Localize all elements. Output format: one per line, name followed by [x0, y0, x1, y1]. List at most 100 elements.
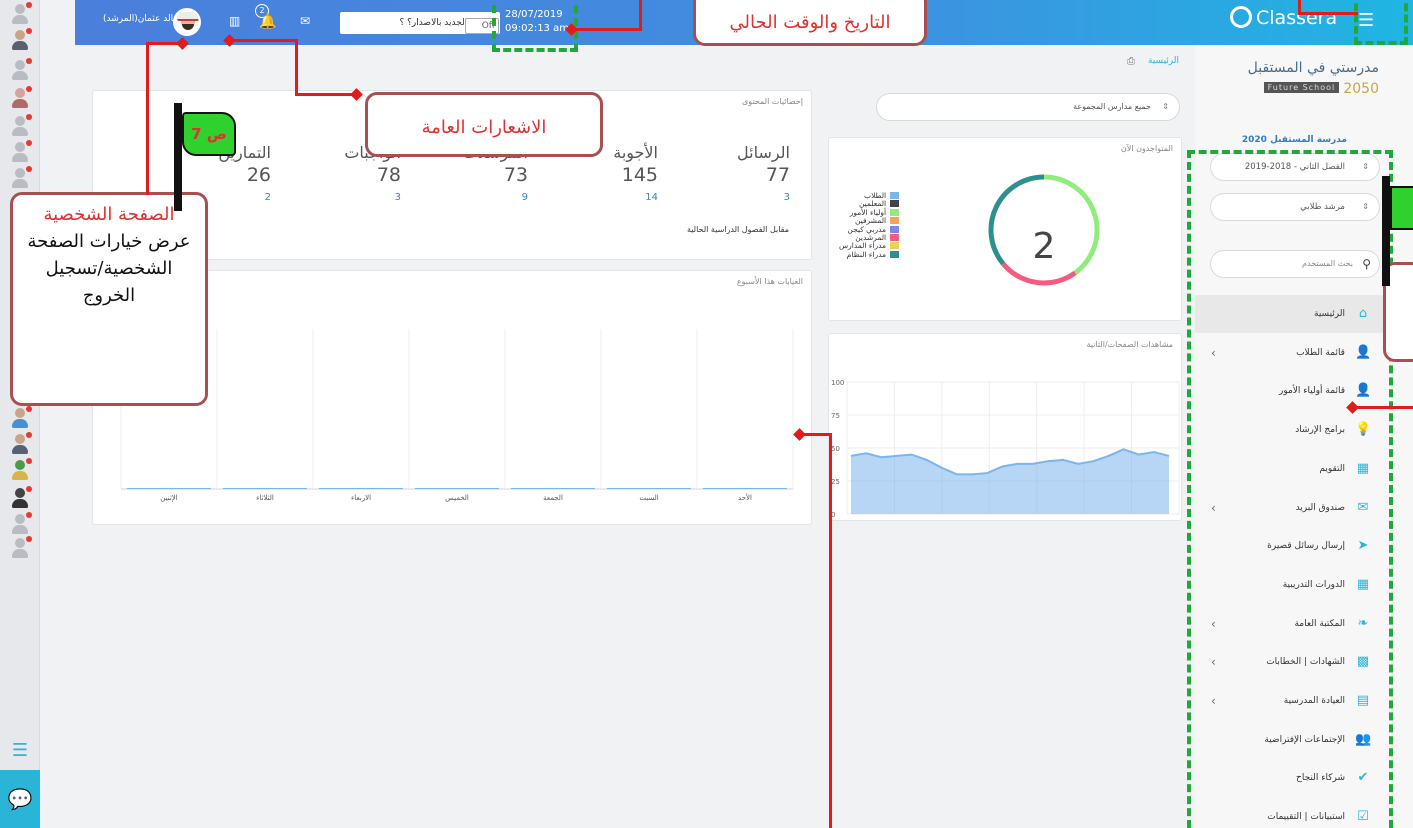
annotation-notifications: الاشعارات العامة: [365, 92, 603, 157]
legend-swatch: [890, 225, 900, 233]
annotation-highlight: [1187, 150, 1393, 828]
page-flag: ص 7: [182, 112, 236, 156]
school-filter-value: جميع مدارس المجموعة: [1073, 102, 1151, 111]
absence-bar: [127, 488, 211, 489]
x-tick-label: السبت: [639, 494, 658, 502]
building-icon[interactable]: ▥: [229, 14, 240, 28]
stat-sub[interactable]: 3: [281, 192, 401, 203]
school-title[interactable]: مدرسة المستقبل 2020: [1242, 135, 1347, 145]
absence-bar: [319, 488, 403, 489]
legend-item: المعلمين: [839, 199, 900, 208]
legend-swatch: [890, 242, 900, 250]
school-tag: Future School: [1263, 82, 1340, 93]
stat-sub[interactable]: 14: [538, 192, 658, 203]
y-tick-label: 75: [831, 412, 840, 420]
school-name: مدرستي في المستقبل: [1247, 60, 1379, 76]
flag-pole: [1382, 176, 1390, 286]
absence-bar: [607, 488, 691, 489]
pointer-line: [295, 39, 298, 95]
online-now-card: المتواجدون الآن الطلاب المعلمين أولياء الأ…: [828, 137, 1182, 321]
legend-label: مدراء النظام: [846, 249, 887, 259]
y-tick-label: 50: [831, 445, 840, 453]
annotation-datetime: التاريخ والوقت الحالي: [693, 0, 927, 46]
legend-swatch: [890, 192, 900, 199]
stat-sub[interactable]: 9: [408, 192, 528, 203]
school-filter-select[interactable]: ⇕ جميع مدارس المجموعة: [876, 93, 1180, 121]
absence-bar: [703, 488, 787, 489]
logo-icon: [1230, 6, 1252, 28]
school-logo-text: Future School 2050: [1263, 81, 1379, 97]
x-tick-label: الإثنين: [160, 494, 177, 502]
annotation-profile-body: عرض خيارات الصفحة الشخصية/تسجيل الخروج: [27, 231, 191, 306]
legend-item: مدراء المدارس: [839, 241, 900, 250]
x-tick-label: الخميس: [445, 494, 469, 502]
stat-value: 78: [376, 164, 401, 186]
legend-swatch: [890, 208, 900, 216]
legend-swatch: [890, 200, 900, 208]
chat-contact-avatar[interactable]: [9, 536, 32, 558]
pointer-line: [146, 42, 149, 195]
legend-swatch: [890, 233, 900, 241]
x-tick-label: الثلاثاء: [256, 494, 274, 502]
chat-contact-avatar[interactable]: [9, 512, 32, 534]
user-avatar[interactable]: [173, 8, 201, 36]
legend-swatch: [890, 250, 900, 258]
absence-bar: [415, 488, 499, 489]
absence-bar: [511, 488, 595, 489]
annotation-profile: الصفحة الشخصية عرض خيارات الصفحة الشخصية…: [10, 192, 208, 406]
page-views-chart: 0255075100: [831, 379, 1180, 519]
y-tick-label: 100: [831, 379, 844, 387]
pointer-line: [229, 39, 297, 42]
legend-item: مدربي كيجن: [839, 225, 900, 234]
chat-contact-avatar[interactable]: [9, 140, 32, 162]
chat-contact-avatar[interactable]: [9, 2, 32, 24]
legend-swatch: [890, 217, 900, 225]
pointer-line: [572, 28, 642, 31]
y-tick-label: 25: [831, 478, 840, 486]
card-title: المتواجدون الآن: [1120, 144, 1173, 153]
user-name[interactable]: خالد عثمان(المرشد): [103, 14, 179, 24]
legend-item: أولياء الأمور: [839, 208, 900, 217]
breadcrumb-home[interactable]: الرئيسية: [1148, 56, 1179, 66]
bell-icon[interactable]: 🔔: [259, 14, 276, 30]
x-tick-label: الأحد: [738, 493, 752, 502]
stat-label: الرسائل: [737, 143, 790, 162]
area-fill: [851, 449, 1169, 514]
chat-contact-avatar[interactable]: [9, 114, 32, 136]
legend-item: المرشدين: [839, 233, 900, 242]
chat-contact-avatar[interactable]: [9, 432, 32, 454]
legend-item: الطلاب: [839, 191, 900, 200]
stat-value: 145: [621, 164, 658, 186]
chat-contact-avatar[interactable]: [9, 406, 32, 428]
card-title: إحصائيات المحتوى: [742, 97, 803, 106]
online-legend: الطلاب المعلمين أولياء الأمور المشرفين مدربي…: [839, 191, 900, 259]
online-count: 2: [1032, 226, 1056, 267]
page-views-card: مشاهدات الصفحات/الثانية 0 25 50 75 100: [828, 333, 1182, 521]
annotation-profile-title: الصفحة الشخصية: [43, 204, 175, 225]
annotation-highlight: [492, 0, 578, 52]
chat-contact-avatar[interactable]: [9, 86, 32, 108]
legend-item: المشرفين: [839, 216, 900, 225]
chat-contact-avatar[interactable]: [9, 28, 32, 50]
stat-messages: الرسائل 77 3: [670, 143, 790, 203]
stat-value: 26: [246, 164, 271, 186]
brand-name: Classera: [1256, 7, 1338, 29]
chat-contact-avatar[interactable]: [9, 486, 32, 508]
select-arrow-icon: ⇕: [1162, 102, 1169, 111]
pointer-line: [829, 433, 832, 828]
chat-contact-avatar[interactable]: [9, 166, 32, 188]
chat-icon[interactable]: 💬: [0, 770, 40, 828]
x-tick-label: الجمعة: [543, 494, 563, 502]
stat-sub[interactable]: 3: [670, 192, 790, 203]
chat-contact-avatar[interactable]: [9, 458, 32, 480]
page-flag-partial: [1390, 186, 1413, 230]
chat-contact-avatar[interactable]: [9, 58, 32, 80]
list-icon[interactable]: ☰: [0, 733, 40, 769]
printer-icon[interactable]: ⎙: [1127, 56, 1135, 67]
mail-icon[interactable]: ✉: [300, 14, 310, 28]
pointer-line: [1352, 406, 1413, 409]
stats-footer: مقابل الفصول الدراسية الحالية: [686, 225, 789, 234]
absence-bar: [223, 488, 307, 489]
school-year: 2050: [1343, 81, 1379, 97]
brand-logo[interactable]: Classera: [1230, 6, 1337, 29]
